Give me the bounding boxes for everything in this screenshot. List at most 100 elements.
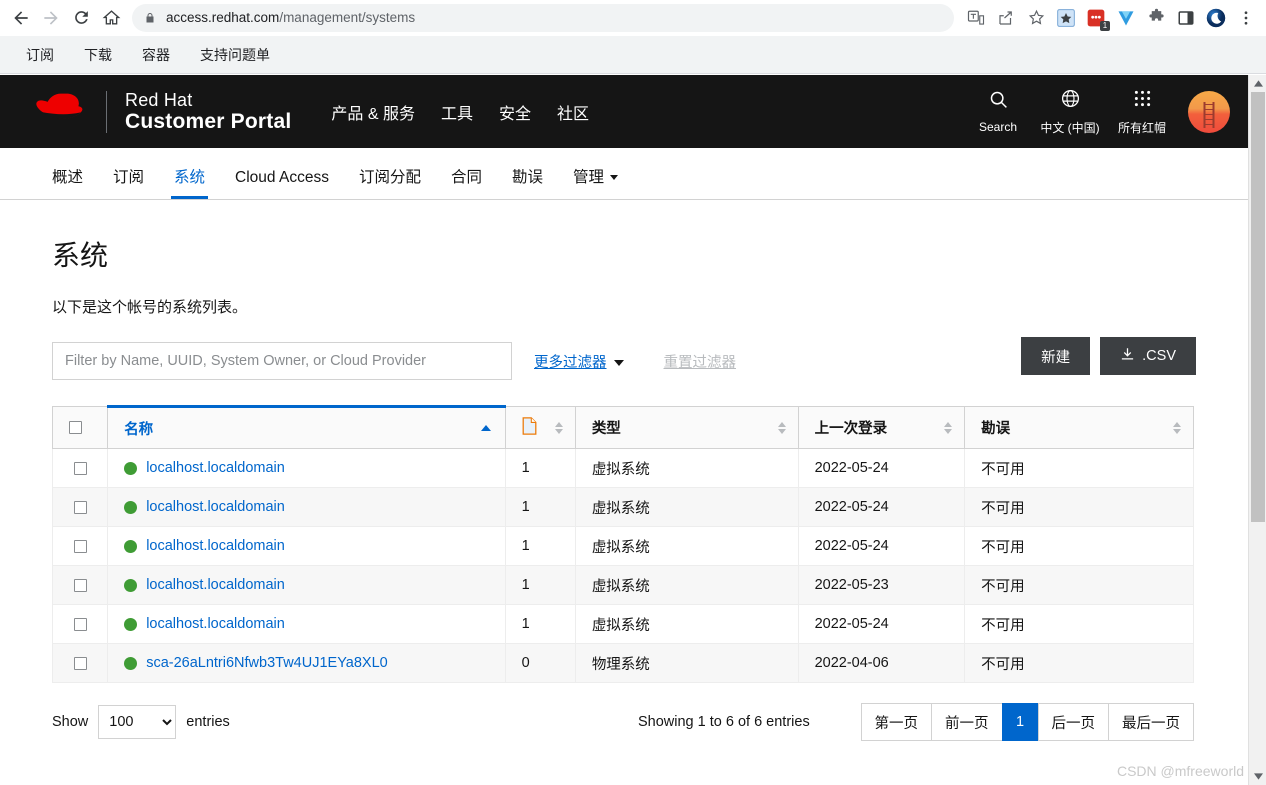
all-redhat-button[interactable]: 所有红帽 [1106, 88, 1178, 136]
select-all-checkbox[interactable] [69, 421, 82, 435]
masthead-nav-tools[interactable]: 工具 [441, 100, 473, 124]
cell-name: localhost.localdomain [107, 448, 506, 488]
three-dot-menu-icon[interactable] [1232, 4, 1260, 32]
row-checkbox[interactable] [73, 461, 87, 475]
table-row[interactable]: localhost.localdomain 1 虚拟系统 2022-05-24 … [51, 604, 1194, 644]
table-row[interactable]: localhost.localdomain 1 虚拟系统 2022-05-24 … [51, 448, 1194, 488]
tab-subscriptions[interactable]: 订阅 [113, 165, 144, 199]
cell-name: localhost.localdomain [107, 487, 506, 527]
scroll-up-arrow-icon[interactable] [1249, 75, 1266, 92]
extension-star-icon[interactable] [1052, 4, 1080, 32]
document-icon [522, 416, 537, 439]
tab-overview[interactable]: 概述 [52, 165, 83, 199]
system-name-link[interactable]: sca-26aLntri6Nfwb3Tw4UJ1EYa8XL0 [146, 655, 388, 671]
column-header-name-label: 名称 [124, 421, 154, 438]
filter-input[interactable] [52, 342, 512, 380]
site-masthead: Red Hat Customer Portal 产品 & 服务 工具 安全 社区… [0, 75, 1248, 148]
address-bar[interactable]: access.redhat.com/management/systems [132, 3, 954, 32]
extension-red-icon[interactable]: 1 [1082, 4, 1110, 32]
system-name-link[interactable]: localhost.localdomain [146, 577, 285, 593]
column-header-document[interactable] [504, 406, 576, 449]
row-select-cell [51, 565, 109, 605]
extension-badge-count: 1 [1100, 20, 1110, 31]
system-name-link[interactable]: localhost.localdomain [146, 460, 285, 476]
page-first-button[interactable]: 第一页 [860, 703, 931, 741]
masthead-nav-community[interactable]: 社区 [557, 100, 589, 124]
entries-label: entries [186, 714, 230, 730]
page-description: 以下是这个帐号的系统列表。 [52, 299, 248, 316]
row-checkbox[interactable] [73, 617, 87, 631]
side-panel-icon[interactable] [1172, 4, 1200, 32]
page-last-button[interactable]: 最后一页 [1108, 703, 1194, 741]
page-next-button[interactable]: 后一页 [1037, 703, 1108, 741]
cell-doc-count: 0 [504, 643, 576, 683]
scrollbar-thumb[interactable] [1251, 92, 1265, 522]
tab-errata[interactable]: 勘误 [512, 165, 543, 199]
forward-button[interactable] [36, 3, 66, 33]
column-header-errata[interactable]: 勘误 [964, 406, 1194, 449]
new-button[interactable]: 新建 [1021, 337, 1091, 375]
translate-icon[interactable] [962, 4, 990, 32]
extension-puzzle-icon[interactable] [1142, 4, 1170, 32]
page-prev-button[interactable]: 前一页 [931, 703, 1002, 741]
page-scrollbar[interactable] [1248, 75, 1266, 785]
row-checkbox[interactable] [73, 539, 87, 553]
home-button[interactable] [96, 3, 126, 33]
bookmark-item[interactable]: 订阅 [26, 45, 54, 65]
grid-apps-icon [1132, 88, 1153, 114]
tab-subscription-allocation[interactable]: 订阅分配 [359, 165, 421, 199]
page-number-button[interactable]: 1 [1001, 703, 1038, 741]
cell-last-login: 2022-05-24 [797, 448, 966, 488]
row-checkbox[interactable] [73, 500, 87, 514]
table-row[interactable]: localhost.localdomain 1 虚拟系统 2022-05-23 … [51, 565, 1194, 605]
bookmark-star-icon[interactable] [1022, 4, 1050, 32]
bookmark-item[interactable]: 下载 [84, 45, 112, 65]
export-csv-button[interactable]: .CSV [1100, 337, 1196, 375]
page-viewport: Red Hat Customer Portal 产品 & 服务 工具 安全 社区… [0, 75, 1248, 785]
reset-filters-link[interactable]: 重置过滤器 [664, 351, 737, 372]
scroll-down-arrow-icon[interactable] [1249, 768, 1266, 785]
cell-errata: 不可用 [964, 643, 1194, 683]
reload-button[interactable] [66, 3, 96, 33]
share-icon[interactable] [992, 4, 1020, 32]
search-label: Search [978, 120, 1018, 134]
table-row[interactable]: localhost.localdomain 1 虚拟系统 2022-05-24 … [51, 487, 1194, 527]
tab-systems[interactable]: 系统 [171, 165, 209, 199]
cell-last-login: 2022-04-06 [797, 643, 966, 683]
column-header-type[interactable]: 类型 [574, 406, 799, 449]
system-name-link[interactable]: localhost.localdomain [146, 616, 285, 632]
toolbar-icons: 1 [962, 4, 1260, 32]
masthead-nav-security[interactable]: 安全 [499, 100, 531, 124]
back-button[interactable] [6, 3, 36, 33]
logo-area[interactable]: Red Hat Customer Portal [30, 88, 291, 135]
table-row[interactable]: localhost.localdomain 1 虚拟系统 2022-05-24 … [51, 526, 1194, 566]
lock-icon [144, 11, 156, 25]
system-name-link[interactable]: localhost.localdomain [146, 499, 285, 515]
cell-doc-count: 1 [504, 487, 576, 527]
masthead-nav-products[interactable]: 产品 & 服务 [331, 100, 415, 124]
bookmark-item[interactable]: 支持问题单 [200, 45, 270, 65]
status-dot-icon [124, 461, 138, 475]
language-selector[interactable]: 中文 (中国) [1034, 88, 1106, 136]
search-button[interactable]: Search [962, 89, 1034, 134]
row-select-cell [51, 448, 109, 488]
more-filters-link[interactable]: 更多过滤器 [534, 351, 624, 372]
column-header-last-login[interactable]: 上一次登录 [797, 406, 966, 449]
cell-last-login: 2022-05-24 [797, 526, 966, 566]
bookmark-item[interactable]: 容器 [142, 45, 170, 65]
tab-contracts[interactable]: 合同 [451, 165, 482, 199]
extension-v-icon[interactable] [1112, 4, 1140, 32]
table-row[interactable]: sca-26aLntri6Nfwb3Tw4UJ1EYa8XL0 0 物理系统 2… [51, 643, 1194, 683]
user-avatar[interactable] [1188, 90, 1230, 133]
cell-type: 虚拟系统 [574, 487, 799, 527]
per-page-select[interactable]: 100 [98, 705, 177, 739]
tab-manage[interactable]: 管理 [573, 165, 619, 199]
system-name-link[interactable]: localhost.localdomain [146, 538, 285, 554]
row-checkbox[interactable] [73, 656, 87, 670]
profile-moon-icon[interactable] [1202, 4, 1230, 32]
cell-doc-count: 1 [504, 526, 576, 566]
row-checkbox[interactable] [73, 578, 87, 592]
sort-arrows-icon [944, 421, 953, 434]
column-header-name[interactable]: 名称 [107, 405, 506, 449]
tab-cloud-access[interactable]: Cloud Access [235, 169, 329, 199]
